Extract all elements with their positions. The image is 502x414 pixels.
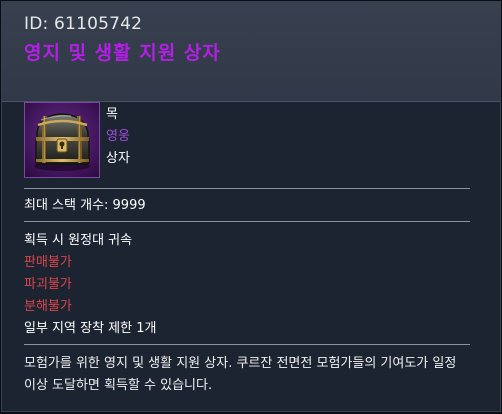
equip-limit-property: 일부 지역 장착 제한 1개 xyxy=(24,321,157,336)
icon-row: 목 영웅 상자 xyxy=(2,102,500,188)
item-slot: 목 xyxy=(106,107,118,122)
item-tooltip: ID: 61105742 영지 및 생활 지원 상자 목 영웅 상자 최대 스택… xyxy=(1,1,501,412)
item-type: 상자 xyxy=(106,151,130,166)
no-disassemble-property: 분해불가 xyxy=(24,299,72,314)
item-properties: 획득 시 원정대 귀속 판매불가 파괴불가 분해불가 일부 지역 장착 제한 1… xyxy=(2,222,500,344)
treasure-chest-graphic xyxy=(34,113,90,171)
item-description: 모험가를 위한 영지 및 생활 지원 상자. 쿠르잔 전면전 모험가들의 기여도… xyxy=(24,356,457,393)
item-rarity: 영웅 xyxy=(106,129,130,144)
treasure-chest-icon xyxy=(24,102,100,178)
no-destroy-property: 파괴불가 xyxy=(24,277,72,292)
bind-property: 획득 시 원정대 귀속 xyxy=(24,233,133,248)
no-sell-property: 판매불가 xyxy=(24,255,72,270)
item-name: 영지 및 생활 지원 상자 xyxy=(24,42,221,64)
item-info: 목 영웅 상자 xyxy=(106,104,130,170)
max-stack: 최대 스택 개수: 9999 xyxy=(24,198,146,213)
item-id: ID: 61105742 xyxy=(24,14,143,34)
tooltip-header: ID: 61105742 영지 및 생활 지원 상자 xyxy=(2,2,500,102)
